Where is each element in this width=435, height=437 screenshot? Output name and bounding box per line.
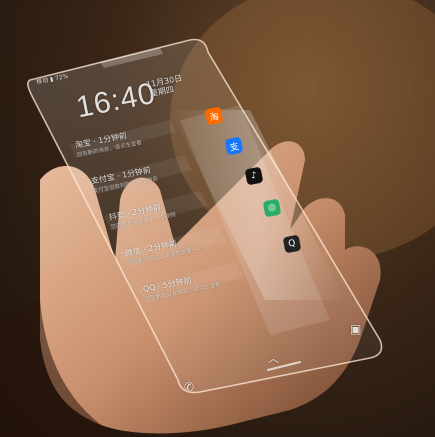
tiktok-icon[interactable]: ♪ [244,166,264,186]
alipay-icon[interactable]: 支 [224,136,244,156]
swipe-up-icon[interactable]: ︿ [268,350,279,366]
taobao-icon[interactable]: 淘 [204,106,224,126]
wechat-icon[interactable]: ◎ [262,198,282,218]
photo-scene [0,0,435,437]
camera-icon[interactable]: ▣ [350,322,361,336]
phone-icon[interactable]: ✆ [184,380,194,394]
hand-and-phone-illustration [0,0,435,437]
qq-icon[interactable]: Q [282,234,302,254]
